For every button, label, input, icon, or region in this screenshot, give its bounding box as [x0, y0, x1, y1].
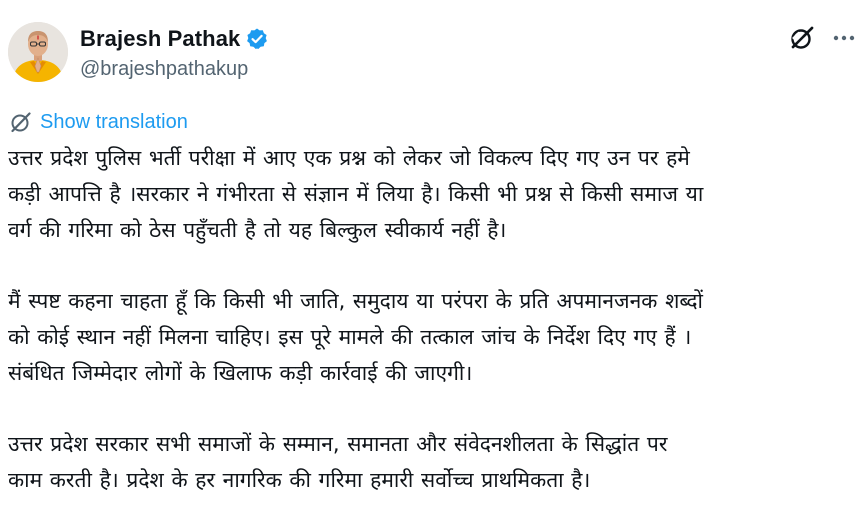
show-translation-label[interactable]: Show translation: [40, 110, 188, 134]
tweet-line: उत्तर प्रदेश सरकार सभी समाजों के सम्मान,…: [8, 432, 668, 456]
translate-icon: [10, 111, 32, 133]
avatar[interactable]: [8, 22, 68, 82]
tweet-paragraph-3: उत्तर प्रदेश सरकार सभी समाजों के सम्मान,…: [8, 426, 860, 498]
author-handle[interactable]: @brajeshpathakup: [80, 56, 248, 82]
tweet-paragraph-1: उत्तर प्रदेश पुलिस भर्ती परीक्षा में आए …: [8, 140, 860, 248]
tweet-text: उत्तर प्रदेश पुलिस भर्ती परीक्षा में आए …: [8, 140, 860, 517]
tweet-line: काम करती है। प्रदेश के हर नागरिक की गरिम…: [8, 468, 591, 492]
tweet-line: संबंधित जिम्मेदार लोगों के खिलाफ कड़ी का…: [8, 361, 473, 385]
more-options-button[interactable]: [830, 24, 858, 52]
tweet-paragraph-2: मैं स्पष्ट कहना चाहता हूँ कि किसी भी जात…: [8, 283, 860, 391]
verified-badge-icon[interactable]: [245, 27, 269, 51]
tweet-line: उत्तर प्रदेश पुलिस भर्ती परीक्षा में आए …: [8, 146, 690, 170]
author-name-row: Brajesh Pathak: [80, 24, 269, 54]
tweet-line: को कोई स्थान नहीं मिलना चाहिए। इस पूरे म…: [8, 325, 692, 349]
tweet-card: Brajesh Pathak @brajeshpathakup Show tra…: [0, 0, 864, 517]
tweet-line: कड़ी आपत्ति है ।सरकार ने गंभीरता से संज्…: [8, 182, 704, 206]
tweet-line: वर्ग की गरिमा को ठेस पहुँचती है तो यह बि…: [8, 218, 507, 242]
author-display-name[interactable]: Brajesh Pathak: [80, 26, 240, 52]
more-horizontal-icon: [833, 35, 855, 41]
grok-icon: [791, 26, 814, 49]
avatar-image: [8, 22, 68, 82]
grok-button[interactable]: [788, 24, 816, 52]
tweet-line: मैं स्पष्ट कहना चाहता हूँ कि किसी भी जात…: [8, 289, 703, 313]
show-translation-button[interactable]: Show translation: [10, 110, 188, 134]
